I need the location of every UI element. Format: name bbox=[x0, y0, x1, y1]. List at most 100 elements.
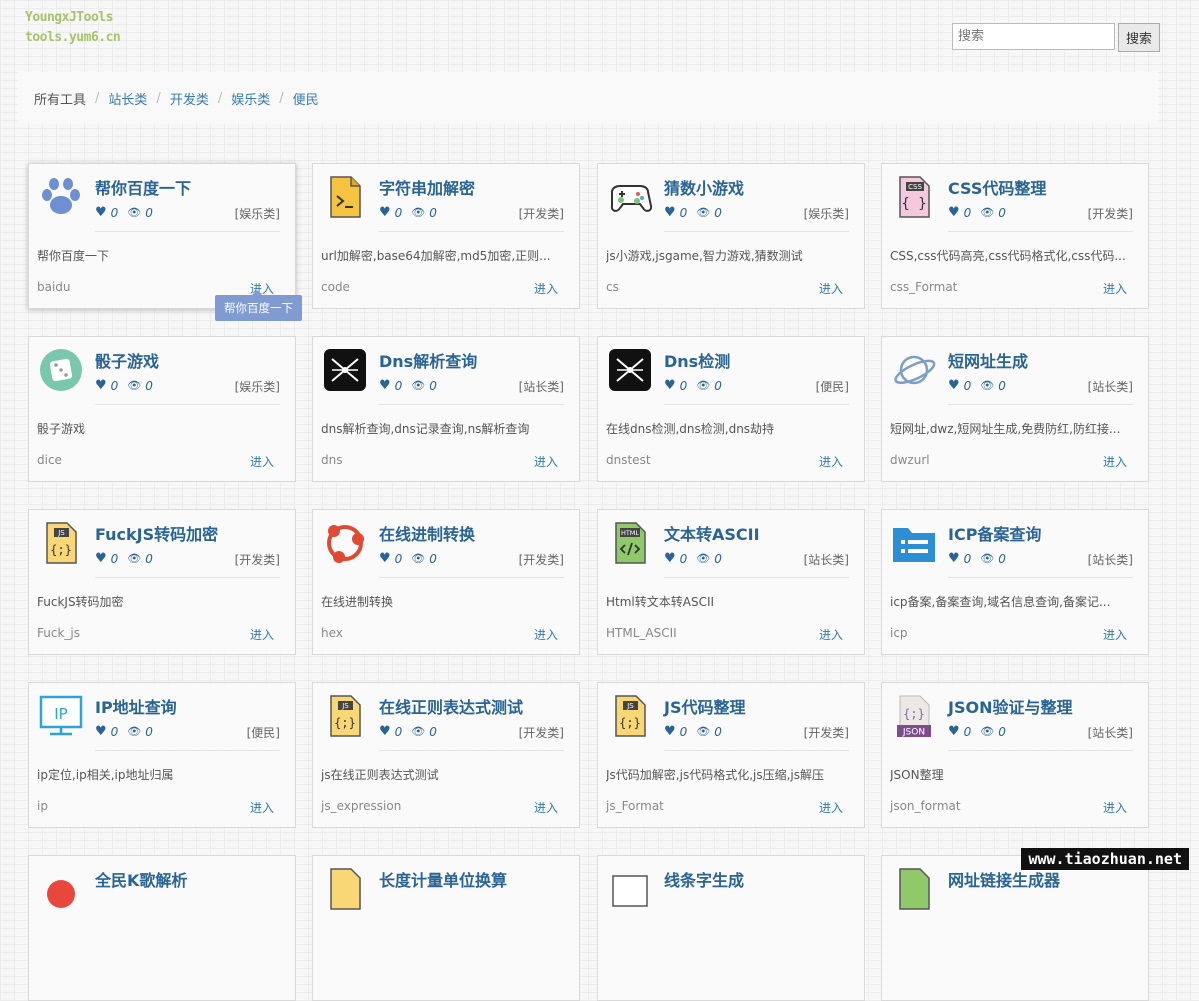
tool-category[interactable]: [娱乐类] bbox=[804, 205, 849, 222]
tool-card[interactable]: 长度计量单位换算 bbox=[312, 855, 580, 1001]
tool-category[interactable]: [开发类] bbox=[1088, 205, 1133, 222]
enter-link[interactable]: 进入 bbox=[819, 453, 843, 470]
tool-card[interactable]: JS {;} FuckJS转码加密 ♥ 0 👁 0 [开发类] FuckJS转码加密 Fuck_j… bbox=[28, 509, 296, 655]
tool-card[interactable]: Dns检测 ♥ 0 👁 0 [便民] 在线dns检测,dns检测,dns劫持 dnstest 进… bbox=[597, 336, 865, 482]
search-button[interactable]: 搜索 bbox=[1118, 23, 1161, 52]
enter-link[interactable]: 进入 bbox=[1103, 280, 1127, 297]
tool-title[interactable]: 全民K歌解析 bbox=[95, 867, 187, 891]
tool-card[interactable]: 帮你百度一下 ♥ 0 👁 0 [娱乐类] 帮你百度一下 baidu 进入 bbox=[28, 163, 296, 309]
breadcrumb-all-tools[interactable]: 所有工具 bbox=[34, 89, 86, 108]
folder-list-icon[interactable] bbox=[891, 520, 937, 566]
tool-title[interactable]: 在线正则表达式测试 bbox=[379, 694, 523, 718]
tool-title[interactable]: ICP备案查询 bbox=[948, 521, 1041, 545]
site-logo[interactable]: YoungxJTools tools.yum6.cn bbox=[25, 8, 121, 48]
tool-card[interactable]: 字符串加解密 ♥ 0 👁 0 [开发类] url加解密,base64加解密,md5加密,正则… bbox=[312, 163, 580, 309]
enter-link[interactable]: 进入 bbox=[819, 626, 843, 643]
tool-title[interactable]: JS代码整理 bbox=[664, 694, 745, 718]
tool-title[interactable]: Dns检测 bbox=[664, 348, 730, 372]
tool-category[interactable]: [站长类] bbox=[519, 378, 564, 395]
breadcrumb-development[interactable]: 开发类 bbox=[170, 89, 209, 108]
share-icon[interactable] bbox=[322, 520, 368, 566]
tool-category[interactable]: [娱乐类] bbox=[235, 205, 280, 222]
tool-card[interactable]: 线条字生成 bbox=[597, 855, 865, 1001]
enter-link[interactable]: 进入 bbox=[250, 626, 274, 643]
enter-link[interactable]: 进入 bbox=[534, 280, 558, 297]
js-file-icon[interactable]: JS {;} bbox=[607, 693, 653, 739]
tool-card[interactable]: {;} JSON JSON验证与整理 ♥ 0 👁 0 [站长类] JSON整理 json_form… bbox=[881, 682, 1149, 828]
text-icon[interactable] bbox=[607, 866, 653, 912]
tool-card[interactable]: 全民K歌解析 bbox=[28, 855, 296, 1001]
tool-title[interactable]: 文本转ASCII bbox=[664, 521, 760, 545]
tool-title[interactable]: Dns解析查询 bbox=[379, 348, 477, 372]
tool-category[interactable]: [开发类] bbox=[804, 724, 849, 741]
network-icon[interactable] bbox=[322, 347, 368, 393]
tool-title[interactable]: 在线进制转换 bbox=[379, 521, 475, 545]
tool-description: CSS,css代码高亮,css代码格式化,css代码... bbox=[890, 249, 1126, 263]
enter-link[interactable]: 进入 bbox=[250, 453, 274, 470]
enter-link[interactable]: 进入 bbox=[1103, 453, 1127, 470]
terminal-file-icon[interactable] bbox=[322, 174, 368, 220]
tool-card[interactable]: JS {;} JS代码整理 ♥ 0 👁 0 [开发类] Js代码加解密,js代码格式化,js压缩… bbox=[597, 682, 865, 828]
breadcrumb-webmaster[interactable]: 站长类 bbox=[108, 89, 147, 108]
tool-category[interactable]: [开发类] bbox=[519, 724, 564, 741]
js-file-icon[interactable]: JS {;} bbox=[38, 520, 84, 566]
tool-title[interactable]: FuckJS转码加密 bbox=[95, 521, 218, 545]
tool-title[interactable]: JSON验证与整理 bbox=[948, 694, 1072, 718]
tool-card[interactable]: CSS{ } CSS代码整理 ♥ 0 👁 0 [开发类] CSS,css代码高亮,css代码格… bbox=[881, 163, 1149, 309]
tool-title[interactable]: IP地址查询 bbox=[95, 694, 177, 718]
js-file-icon[interactable]: JS {;} bbox=[322, 693, 368, 739]
gamepad-icon[interactable] bbox=[607, 174, 653, 220]
tool-category[interactable]: [站长类] bbox=[804, 551, 849, 568]
enter-link[interactable]: 进入 bbox=[534, 799, 558, 816]
tool-title[interactable]: 字符串加解密 bbox=[379, 175, 475, 199]
tool-card[interactable]: JS {;} 在线正则表达式测试 ♥ 0 👁 0 [开发类] js在线正则表达式测试 js_exp… bbox=[312, 682, 580, 828]
enter-link[interactable]: 进入 bbox=[1103, 626, 1127, 643]
enter-link[interactable]: 进入 bbox=[819, 280, 843, 297]
tool-category[interactable]: [便民] bbox=[816, 378, 849, 395]
tool-category[interactable]: [开发类] bbox=[519, 205, 564, 222]
tool-title[interactable]: 骰子游戏 bbox=[95, 348, 159, 372]
tool-title[interactable]: 长度计量单位换算 bbox=[379, 867, 507, 891]
tool-category[interactable]: [开发类] bbox=[235, 551, 280, 568]
enter-link[interactable]: 进入 bbox=[250, 799, 274, 816]
css-file-icon[interactable]: CSS { } bbox=[891, 174, 937, 220]
enter-link[interactable]: 进入 bbox=[819, 799, 843, 816]
tool-title[interactable]: 短网址生成 bbox=[948, 348, 1028, 372]
tool-category[interactable]: [娱乐类] bbox=[235, 378, 280, 395]
monitor-ip-icon[interactable]: IP bbox=[38, 693, 84, 739]
tool-title[interactable]: 线条字生成 bbox=[664, 867, 744, 891]
search-input[interactable] bbox=[952, 23, 1115, 50]
enter-link[interactable]: 进入 bbox=[1103, 799, 1127, 816]
tool-title[interactable]: 网址链接生成器 bbox=[948, 867, 1060, 891]
tool-category[interactable]: [站长类] bbox=[1088, 724, 1133, 741]
tool-category[interactable]: [站长类] bbox=[1088, 378, 1133, 395]
tool-card[interactable]: IP IP地址查询 ♥ 0 👁 0 [便民] ip定位,ip相关,ip地址归属 ip 进入 bbox=[28, 682, 296, 828]
tool-card[interactable]: 网址链接生成器 bbox=[881, 855, 1149, 1001]
tool-title[interactable]: 帮你百度一下 bbox=[95, 175, 191, 199]
enter-link[interactable]: 进入 bbox=[534, 453, 558, 470]
tool-category[interactable]: [开发类] bbox=[519, 551, 564, 568]
tool-card[interactable]: 在线进制转换 ♥ 0 👁 0 [开发类] 在线进制转换 hex 进入 bbox=[312, 509, 580, 655]
ruler-icon[interactable] bbox=[322, 866, 368, 912]
tool-card[interactable]: 短网址生成 ♥ 0 👁 0 [站长类] 短网址,dwz,短网址生成,免费防红,防红接... d… bbox=[881, 336, 1149, 482]
paw-icon[interactable] bbox=[38, 174, 84, 220]
json-file-icon[interactable]: {;} JSON bbox=[891, 693, 937, 739]
dice-icon[interactable] bbox=[38, 347, 84, 393]
planet-icon[interactable] bbox=[891, 347, 937, 393]
network-icon[interactable] bbox=[607, 347, 653, 393]
tool-title[interactable]: 猜数小游戏 bbox=[664, 175, 744, 199]
html-file-icon[interactable]: HTML bbox=[607, 520, 653, 566]
breadcrumb-convenience[interactable]: 便民 bbox=[293, 89, 319, 108]
tool-title[interactable]: CSS代码整理 bbox=[948, 175, 1046, 199]
tool-category[interactable]: [站长类] bbox=[1088, 551, 1133, 568]
breadcrumb-entertainment[interactable]: 娱乐类 bbox=[231, 89, 270, 108]
link-icon[interactable] bbox=[891, 866, 937, 912]
enter-link[interactable]: 进入 bbox=[534, 626, 558, 643]
music-icon[interactable] bbox=[38, 866, 84, 912]
tool-card[interactable]: ICP备案查询 ♥ 0 👁 0 [站长类] icp备案,备案查询,域名信息查询,备案记...… bbox=[881, 509, 1149, 655]
tool-card[interactable]: 骰子游戏 ♥ 0 👁 0 [娱乐类] 骰子游戏 dice 进入 bbox=[28, 336, 296, 482]
tool-card[interactable]: 猜数小游戏 ♥ 0 👁 0 [娱乐类] js小游戏,jsgame,智力游戏,猜数测试 cs 进入 bbox=[597, 163, 865, 309]
tool-card[interactable]: Dns解析查询 ♥ 0 👁 0 [站长类] dns解析查询,dns记录查询,ns解析查询 dn… bbox=[312, 336, 580, 482]
tool-category[interactable]: [便民] bbox=[247, 724, 280, 741]
tool-card[interactable]: HTML 文本转ASCII ♥ 0 👁 0 [站长类] Html转文本转ASCII HTML_A… bbox=[597, 509, 865, 655]
